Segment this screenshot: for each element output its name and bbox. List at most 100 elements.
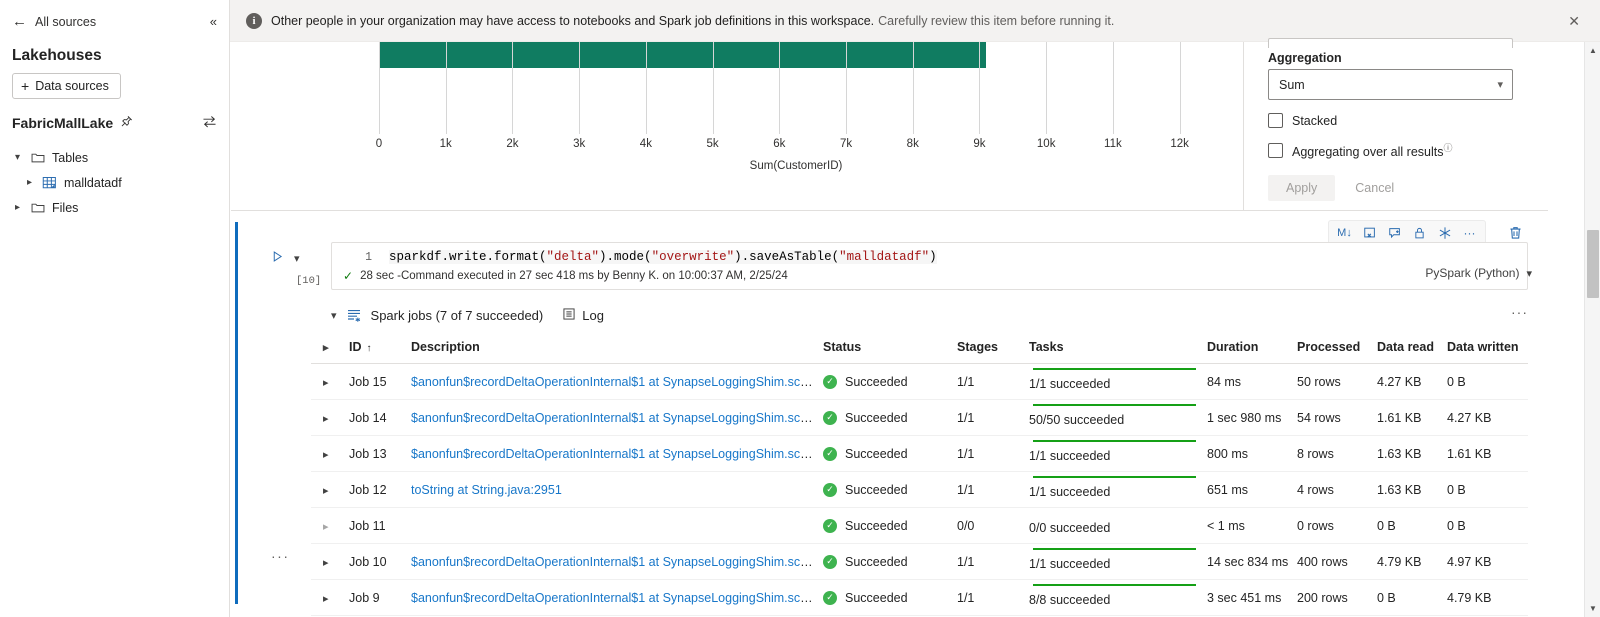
description-link[interactable]: toString at String.java:2951 <box>411 483 562 497</box>
description-link[interactable]: $anonfun$recordDeltaOperationInternal$1 … <box>411 591 819 605</box>
markdown-convert-icon[interactable]: M↓ <box>1333 222 1356 243</box>
column-header-id[interactable]: ID ↑ <box>345 334 407 364</box>
chevron-right-icon[interactable]: ▸ <box>12 202 23 213</box>
table-row[interactable]: ▸ Job 12 toString at String.java:2951 ✓ Succ… <box>311 471 1528 508</box>
code-text[interactable]: sparkdf.write.format("delta").mode("over… <box>389 250 937 264</box>
folder-icon <box>30 150 45 165</box>
table-row[interactable]: ▸ Job 13 $anonfun$recordDeltaOperationInte… <box>311 435 1528 472</box>
cell-description[interactable]: $anonfun$recordDeltaOperationInternal$1 … <box>407 399 819 436</box>
chevron-right-icon[interactable]: ▸ <box>24 177 35 188</box>
table-row[interactable]: ▸ Job 14 $anonfun$recordDeltaOperationInte… <box>311 399 1528 436</box>
chevron-double-left-icon[interactable]: « <box>210 14 217 29</box>
row-expand-cell: ▸ <box>311 363 345 400</box>
chart-x-tick-label: 7k <box>839 138 853 150</box>
cell-description[interactable]: $anonfun$recordDeltaOperationInternal$1 … <box>407 363 819 400</box>
apply-button[interactable]: Apply <box>1268 175 1336 202</box>
column-header-processed[interactable]: Processed <box>1293 334 1373 364</box>
cell-stages: 1/1 <box>953 363 1025 400</box>
stacked-checkbox[interactable]: Stacked <box>1268 113 1528 128</box>
pin-icon[interactable] <box>120 115 133 131</box>
tree-node-malldatadf[interactable]: ▸ malldatadf <box>0 170 229 195</box>
column-header-stages[interactable]: Stages <box>953 334 1025 364</box>
freeze-icon[interactable] <box>1433 222 1456 243</box>
table-icon <box>42 175 57 190</box>
scrollbar-thumb[interactable] <box>1587 230 1599 298</box>
add-comment-icon[interactable] <box>1383 222 1406 243</box>
cell-description[interactable] <box>407 507 819 544</box>
previous-field-stub <box>1268 38 1513 48</box>
chart-gridline <box>645 42 647 134</box>
row-expand-cell: ▸ <box>311 435 345 472</box>
scroll-up-arrow-icon[interactable]: ▲ <box>1585 42 1600 59</box>
chevron-right-icon[interactable]: ▸ <box>315 485 329 497</box>
chevron-down-icon: ▾ <box>1526 267 1532 280</box>
aggregating-all-results-checkbox[interactable]: Aggregating over all resultsⓘ <box>1268 141 1528 159</box>
description-link[interactable]: $anonfun$recordDeltaOperationInternal$1 … <box>411 375 819 389</box>
table-row[interactable]: ▸ Job 10 $anonfun$recordDeltaOperationInte… <box>311 543 1528 580</box>
cell-processed: 8 rows <box>1293 435 1373 472</box>
cell-data-written: 0 B <box>1443 507 1528 544</box>
cell-tasks: 1/1 succeeded <box>1025 543 1203 580</box>
sort-ascending-icon: ↑ <box>366 343 372 354</box>
chevron-down-icon[interactable]: ▾ <box>331 309 337 322</box>
scroll-down-arrow-icon[interactable]: ▼ <box>1585 600 1600 617</box>
success-check-icon: ✓ <box>823 410 837 425</box>
notebook-page: ← All sources « Lakehouses + Data source… <box>0 0 1600 617</box>
switch-lakehouse-icon[interactable] <box>202 115 217 131</box>
tree-label-tables: Tables <box>52 150 89 165</box>
tasks-label: 1/1 succeeded <box>1029 557 1111 571</box>
chevron-right-icon[interactable]: ▸ <box>315 413 329 425</box>
chevron-right-icon[interactable]: ▸ <box>315 377 329 389</box>
chevron-right-icon[interactable]: ▸ <box>315 593 329 605</box>
cell-description[interactable]: toString at String.java:2951 <box>407 471 819 508</box>
table-row[interactable]: ▸ Job 9 $anonfun$recordDeltaOperationInter… <box>311 579 1528 616</box>
spark-jobs-more-options-icon[interactable]: ··· <box>1511 304 1528 320</box>
status-label: Succeeded <box>845 518 908 533</box>
cancel-button[interactable]: Cancel <box>1345 175 1404 201</box>
chevron-right-icon[interactable]: ▸ <box>315 342 329 354</box>
add-data-sources-button[interactable]: + Data sources <box>12 73 121 99</box>
column-header-data-written[interactable]: Data written <box>1443 334 1528 364</box>
column-header-data-read[interactable]: Data read <box>1373 334 1443 364</box>
column-header-description[interactable]: Description <box>407 334 819 364</box>
description-link[interactable]: $anonfun$recordDeltaOperationInternal$1 … <box>411 555 819 569</box>
cell-description[interactable]: $anonfun$recordDeltaOperationInternal$1 … <box>407 435 819 472</box>
tree-node-tables[interactable]: ▾ Tables <box>0 145 229 170</box>
close-icon[interactable]: ✕ <box>1562 10 1586 32</box>
description-link[interactable]: $anonfun$recordDeltaOperationInternal$1 … <box>411 411 819 425</box>
cell-processed: 0 rows <box>1293 507 1373 544</box>
spark-jobs-icon <box>346 308 362 323</box>
chevron-down-icon[interactable]: ▾ <box>294 252 300 265</box>
cell-processed: 4 rows <box>1293 471 1373 508</box>
success-check-icon: ✓ <box>823 518 837 533</box>
add-cell-more-icon[interactable]: ··· <box>271 548 290 564</box>
lock-icon[interactable] <box>1408 222 1431 243</box>
chevron-down-icon[interactable]: ▾ <box>12 152 23 163</box>
run-cell-button[interactable] <box>271 250 284 266</box>
cell-description[interactable]: $anonfun$recordDeltaOperationInternal$1 … <box>407 579 819 616</box>
kernel-selector[interactable]: PySpark (Python) ▾ <box>1425 266 1532 280</box>
column-header-status[interactable]: Status <box>819 334 953 364</box>
all-sources-back-button[interactable]: ← All sources <box>12 14 96 29</box>
column-header-duration[interactable]: Duration <box>1203 334 1293 364</box>
table-row[interactable]: ▸ Job 11 ✓ Succeeded 0/0 0/0 succeeded < 1 ms 0… <box>311 507 1528 544</box>
chevron-right-icon[interactable]: ▸ <box>315 557 329 569</box>
code-editor[interactable]: 1 sparkdf.write.format("delta").mode("ov… <box>331 242 1528 290</box>
aggregation-select[interactable]: Sum ▾ <box>1268 69 1513 100</box>
chevron-right-icon[interactable]: ▸ <box>315 521 329 533</box>
tree-node-files[interactable]: ▸ Files <box>0 195 229 220</box>
vertical-scrollbar[interactable]: ▲ ▼ <box>1584 42 1600 617</box>
log-button[interactable]: Log <box>562 307 604 324</box>
column-header-tasks[interactable]: Tasks <box>1025 334 1203 364</box>
cell-job-id: Job 10 <box>345 543 407 580</box>
table-row[interactable]: ▸ Job 15 $anonfun$recordDeltaOperationInte… <box>311 363 1528 400</box>
chevron-right-icon[interactable]: ▸ <box>315 449 329 461</box>
more-options-icon[interactable]: ··· <box>1458 222 1481 243</box>
description-link[interactable]: $anonfun$recordDeltaOperationInternal$1 … <box>411 447 819 461</box>
info-circle-icon[interactable]: ⓘ <box>1443 143 1452 153</box>
tasks-label: 1/1 succeeded <box>1029 485 1111 499</box>
cell-description[interactable]: $anonfun$recordDeltaOperationInternal$1 … <box>407 543 819 580</box>
chart-x-tick-label: 2k <box>506 138 519 150</box>
clear-output-icon[interactable] <box>1358 222 1381 243</box>
cell-duration: 800 ms <box>1203 435 1293 472</box>
